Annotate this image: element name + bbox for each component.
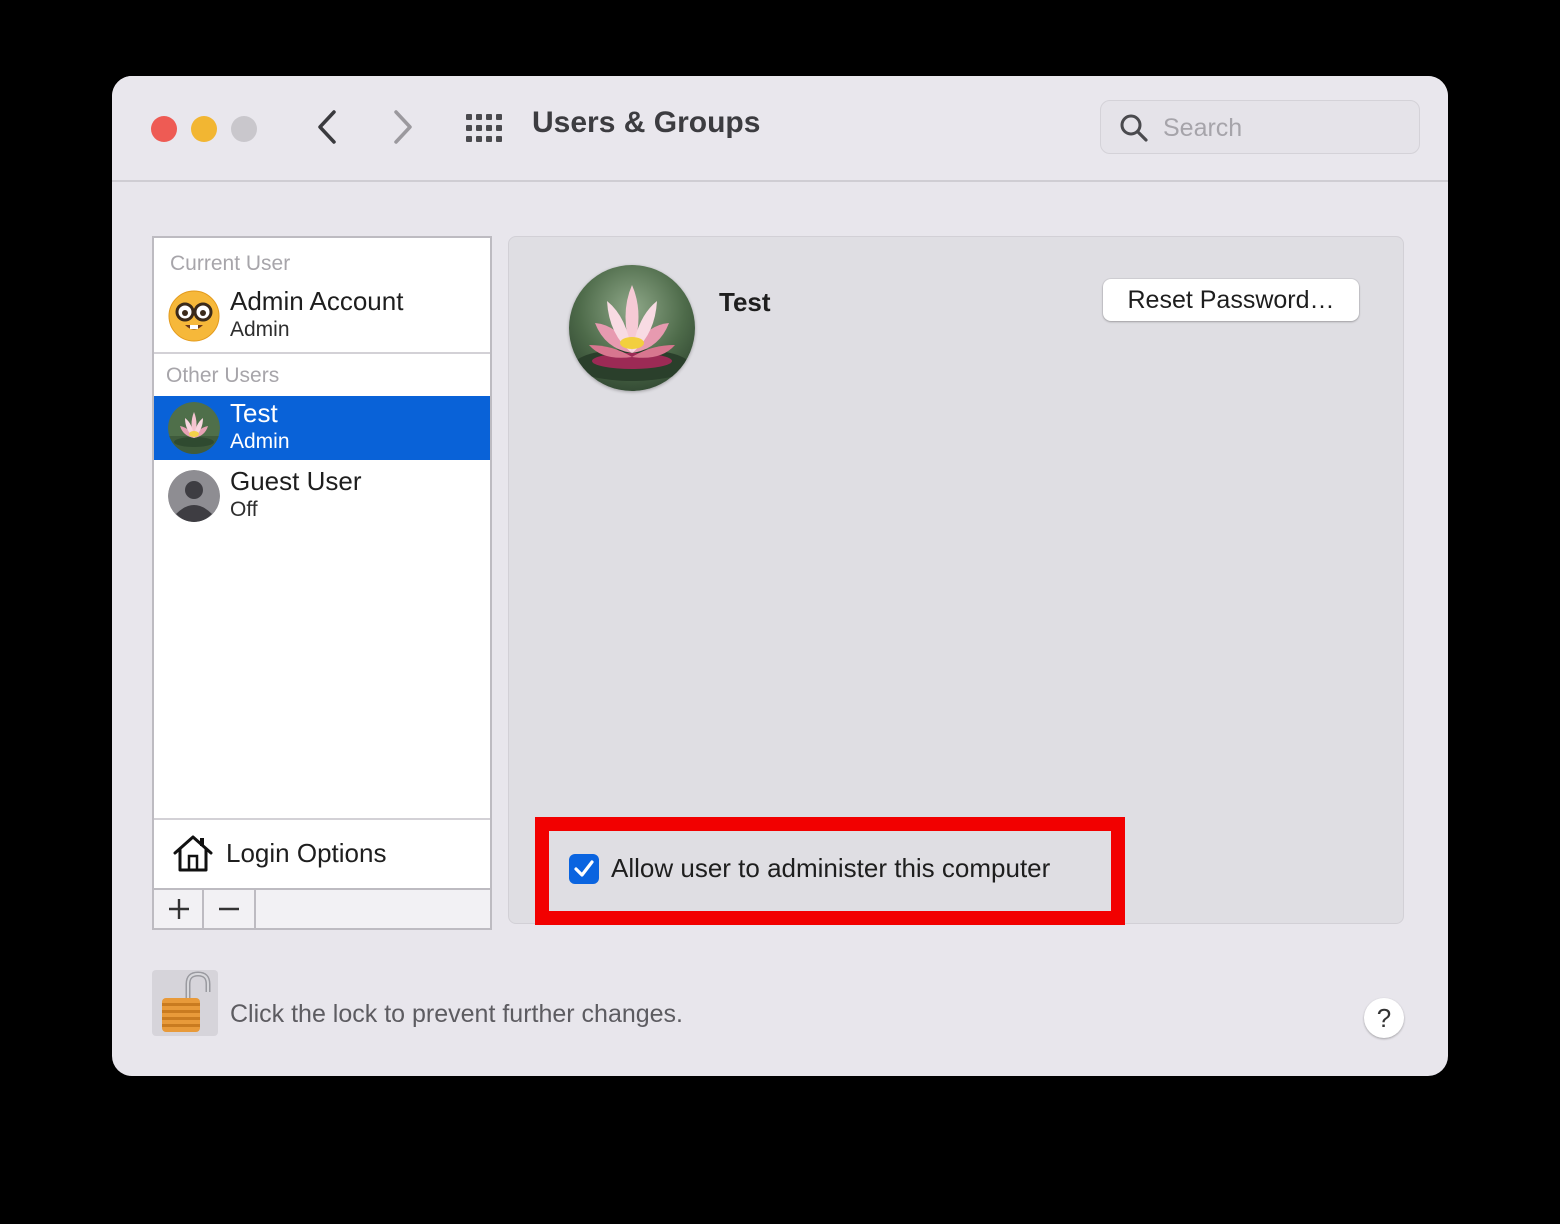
- lock-status-text: Click the lock to prevent further change…: [230, 1000, 684, 1028]
- user-detail-pane: Test Reset Password… Allow user to admin…: [508, 236, 1404, 925]
- lotus-avatar: [168, 402, 220, 454]
- user-name: Test: [230, 398, 278, 428]
- grid-icon: [466, 114, 502, 142]
- allow-admin-label[interactable]: Allow user to administer this computer: [611, 853, 1050, 884]
- help-button[interactable]: ?: [1364, 998, 1404, 1038]
- nerd-face-avatar: [168, 290, 220, 342]
- user-role: Admin: [230, 430, 290, 453]
- unlocked-padlock-icon: [162, 971, 211, 1032]
- user-name: Admin Account: [230, 286, 404, 316]
- selected-user-name: Test: [719, 287, 771, 317]
- reset-password-button[interactable]: Reset Password…: [1103, 279, 1359, 321]
- back-button[interactable]: [308, 104, 348, 150]
- user-row-guest-user[interactable]: Guest User Off: [154, 464, 490, 528]
- user-row-admin-account[interactable]: Admin Account Admin: [154, 284, 490, 348]
- user-row-test[interactable]: Test Admin: [154, 396, 490, 460]
- minus-icon: [219, 907, 239, 911]
- zoom-button[interactable]: [231, 116, 257, 142]
- chevron-left-icon: [318, 110, 336, 144]
- list-actions-bar: [154, 888, 490, 928]
- show-all-button[interactable]: [464, 112, 504, 144]
- login-options-label: Login Options: [226, 838, 387, 868]
- search-icon: [1120, 114, 1148, 142]
- user-role: Admin: [230, 318, 290, 341]
- lock-button[interactable]: [152, 970, 218, 1036]
- forward-button[interactable]: [382, 104, 422, 150]
- titlebar: Users & Groups: [112, 76, 1448, 182]
- checkmark-icon: [574, 860, 594, 877]
- allow-admin-checkbox[interactable]: [569, 854, 599, 884]
- user-name: Guest User: [230, 466, 362, 496]
- user-picture[interactable]: [569, 265, 695, 391]
- remove-user-button[interactable]: [204, 890, 256, 928]
- other-users-header: Other Users: [166, 364, 280, 387]
- add-user-button[interactable]: [154, 890, 204, 928]
- house-icon: [173, 835, 213, 872]
- close-button[interactable]: [151, 116, 177, 142]
- user-role: Off: [230, 498, 258, 521]
- chevron-right-icon: [394, 110, 412, 144]
- current-user-header: Current User: [170, 252, 291, 275]
- search-input[interactable]: [1161, 111, 1405, 145]
- login-options-item[interactable]: Login Options: [154, 820, 490, 888]
- users-list: Current User Admin Account Admin Other U…: [152, 236, 492, 930]
- minimize-button[interactable]: [191, 116, 217, 142]
- search-field[interactable]: [1100, 100, 1420, 154]
- person-silhouette-icon: [168, 470, 220, 522]
- divider: [154, 352, 490, 354]
- plus-icon: [169, 899, 189, 919]
- users-groups-window: Users & Groups Current User: [112, 76, 1448, 1076]
- window-title: Users & Groups: [532, 106, 761, 139]
